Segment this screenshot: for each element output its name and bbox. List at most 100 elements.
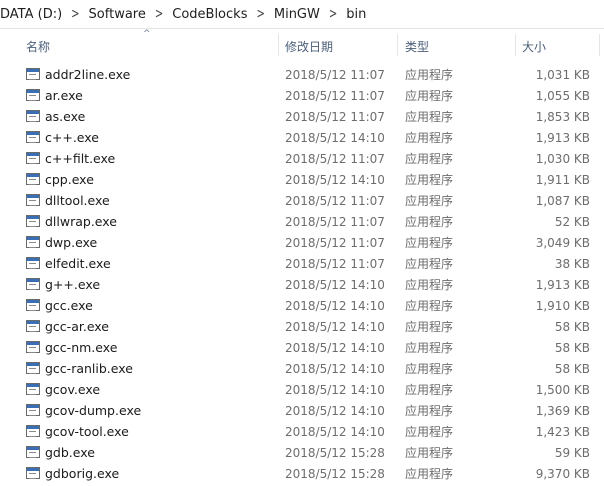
file-name: cpp.exe — [45, 172, 94, 187]
file-row[interactable]: gcc-nm.exe 2018/5/12 14:10 应用程序 58 KB — [0, 337, 604, 358]
exe-file-icon — [26, 215, 40, 227]
file-name: gcov-tool.exe — [45, 424, 129, 439]
file-type: 应用程序 — [405, 110, 454, 124]
exe-file-icon — [26, 362, 40, 374]
column-divider[interactable] — [515, 34, 516, 56]
file-row[interactable]: dllwrap.exe 2018/5/12 11:07 应用程序 52 KB — [0, 211, 604, 232]
file-row[interactable]: as.exe 2018/5/12 11:07 应用程序 1,853 KB — [0, 106, 604, 127]
exe-file-icon — [26, 383, 40, 395]
file-type: 应用程序 — [405, 236, 454, 250]
file-type: 应用程序 — [405, 215, 454, 229]
file-date: 2018/5/12 11:07 — [285, 194, 385, 208]
file-name: gcov.exe — [45, 382, 101, 397]
file-type: 应用程序 — [405, 68, 454, 82]
column-size-header[interactable]: 大小 — [522, 32, 546, 60]
file-name: c++filt.exe — [45, 151, 116, 166]
column-name-header[interactable]: 名称 — [26, 32, 50, 60]
sort-ascending-icon: ^ — [143, 29, 151, 39]
exe-file-icon — [26, 299, 40, 311]
breadcrumb-separator-icon[interactable]: > — [249, 6, 271, 21]
exe-file-icon — [26, 467, 40, 479]
file-type: 应用程序 — [405, 257, 454, 271]
column-date-header[interactable]: 修改日期 — [285, 32, 333, 60]
file-size: 1,087 KB — [535, 194, 590, 208]
breadcrumb-separator-icon[interactable]: > — [322, 6, 344, 21]
file-name: as.exe — [45, 109, 86, 124]
file-name: gcov-dump.exe — [45, 403, 142, 418]
file-size: 9,370 KB — [535, 467, 590, 481]
file-row[interactable]: elfedit.exe 2018/5/12 11:07 应用程序 38 KB — [0, 253, 604, 274]
file-type: 应用程序 — [405, 425, 454, 439]
file-type: 应用程序 — [405, 341, 454, 355]
file-type: 应用程序 — [405, 362, 454, 376]
exe-file-icon — [26, 89, 40, 101]
exe-file-icon — [26, 446, 40, 458]
file-date: 2018/5/12 11:07 — [285, 89, 385, 103]
exe-file-icon — [26, 236, 40, 248]
file-name: dlltool.exe — [45, 193, 110, 208]
address-bar[interactable]: DATA (D:) > Software > CodeBlocks > MinG… — [0, 0, 604, 29]
file-row[interactable]: gcov.exe 2018/5/12 14:10 应用程序 1,500 KB — [0, 379, 604, 400]
file-name: gcc-ranlib.exe — [45, 361, 133, 376]
file-type: 应用程序 — [405, 173, 454, 187]
file-name: elfedit.exe — [45, 256, 111, 271]
file-date: 2018/5/12 11:07 — [285, 110, 385, 124]
file-date: 2018/5/12 14:10 — [285, 299, 385, 313]
exe-file-icon — [26, 320, 40, 332]
file-row[interactable]: cpp.exe 2018/5/12 14:10 应用程序 1,911 KB — [0, 169, 604, 190]
file-name: dwp.exe — [45, 235, 98, 250]
breadcrumb-separator-icon[interactable]: > — [148, 6, 170, 21]
file-row[interactable]: ar.exe 2018/5/12 11:07 应用程序 1,055 KB — [0, 85, 604, 106]
file-row[interactable]: addr2line.exe 2018/5/12 11:07 应用程序 1,031… — [0, 64, 604, 85]
file-date: 2018/5/12 14:10 — [285, 173, 385, 187]
file-size: 1,500 KB — [535, 383, 590, 397]
column-type-header[interactable]: 类型 — [405, 32, 429, 60]
breadcrumb-codeblocks[interactable]: CodeBlocks — [170, 7, 249, 22]
file-row[interactable]: dlltool.exe 2018/5/12 11:07 应用程序 1,087 K… — [0, 190, 604, 211]
file-row[interactable]: c++.exe 2018/5/12 14:10 应用程序 1,913 KB — [0, 127, 604, 148]
breadcrumb-mingw[interactable]: MinGW — [272, 7, 322, 22]
file-row[interactable]: gcc.exe 2018/5/12 14:10 应用程序 1,910 KB — [0, 295, 604, 316]
file-date: 2018/5/12 11:07 — [285, 215, 385, 229]
file-date: 2018/5/12 11:07 — [285, 68, 385, 82]
exe-file-icon — [26, 278, 40, 290]
file-row[interactable]: gdb.exe 2018/5/12 15:28 应用程序 59 KB — [0, 442, 604, 463]
file-type: 应用程序 — [405, 152, 454, 166]
column-divider[interactable] — [397, 34, 398, 56]
exe-file-icon — [26, 68, 40, 80]
file-row[interactable]: gdborig.exe 2018/5/12 15:28 应用程序 9,370 K… — [0, 463, 604, 484]
column-divider[interactable] — [599, 34, 600, 56]
breadcrumb-separator-icon[interactable]: > — [64, 6, 86, 21]
file-date: 2018/5/12 11:07 — [285, 257, 385, 271]
file-list: addr2line.exe 2018/5/12 11:07 应用程序 1,031… — [0, 64, 604, 484]
file-name: dllwrap.exe — [45, 214, 117, 229]
file-row[interactable]: dwp.exe 2018/5/12 11:07 应用程序 3,049 KB — [0, 232, 604, 253]
file-row[interactable]: gcc-ranlib.exe 2018/5/12 14:10 应用程序 58 K… — [0, 358, 604, 379]
file-row[interactable]: gcov-tool.exe 2018/5/12 14:10 应用程序 1,423… — [0, 421, 604, 442]
file-type: 应用程序 — [405, 467, 454, 481]
file-size: 59 KB — [554, 446, 590, 460]
file-size: 58 KB — [554, 362, 590, 376]
exe-file-icon — [26, 194, 40, 206]
column-divider[interactable] — [278, 34, 279, 56]
file-size: 52 KB — [554, 215, 590, 229]
file-row[interactable]: g++.exe 2018/5/12 14:10 应用程序 1,913 KB — [0, 274, 604, 295]
file-size: 1,423 KB — [535, 425, 590, 439]
exe-file-icon — [26, 173, 40, 185]
file-row[interactable]: c++filt.exe 2018/5/12 11:07 应用程序 1,030 K… — [0, 148, 604, 169]
file-type: 应用程序 — [405, 89, 454, 103]
file-type: 应用程序 — [405, 131, 454, 145]
file-size: 1,911 KB — [535, 173, 590, 187]
file-row[interactable]: gcc-ar.exe 2018/5/12 14:10 应用程序 58 KB — [0, 316, 604, 337]
breadcrumb-software[interactable]: Software — [87, 7, 148, 22]
file-row[interactable]: gcov-dump.exe 2018/5/12 14:10 应用程序 1,369… — [0, 400, 604, 421]
file-name: c++.exe — [45, 130, 99, 145]
column-header: ^ 名称 修改日期 类型 大小 — [0, 29, 604, 60]
exe-file-icon — [26, 152, 40, 164]
file-date: 2018/5/12 11:07 — [285, 236, 385, 250]
breadcrumb-drive[interactable]: DATA (D:) — [0, 7, 64, 22]
file-size: 1,055 KB — [535, 89, 590, 103]
breadcrumb-bin[interactable]: bin — [344, 7, 368, 22]
exe-file-icon — [26, 257, 40, 269]
file-name: gcc.exe — [45, 298, 93, 313]
